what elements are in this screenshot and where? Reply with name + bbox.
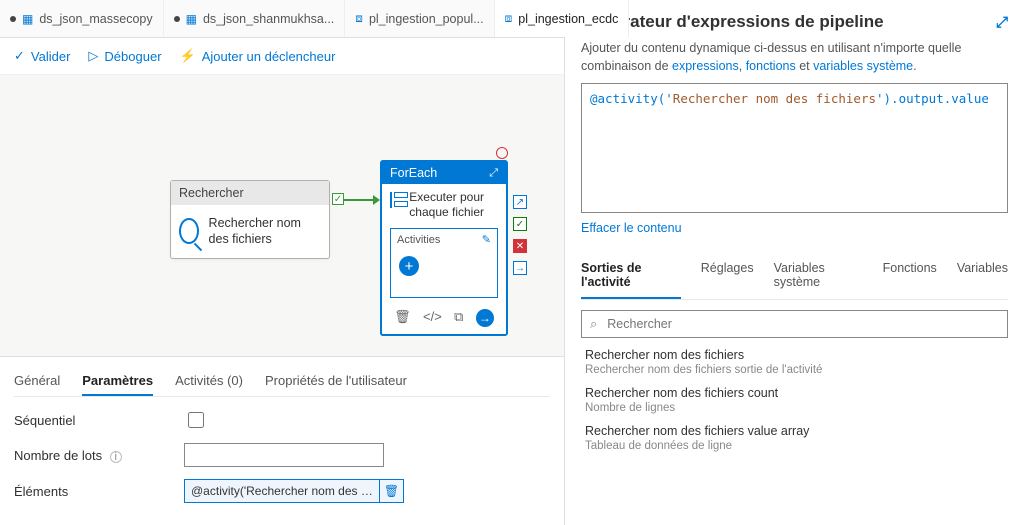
tab-system-variables[interactable]: Variables système [774,253,863,299]
outputs-list: Rechercher nom des fichiers Rechercher n… [581,338,1008,452]
help-text: Ajouter du contenu dynamique ci-dessus e… [581,40,1008,75]
tab-activities[interactable]: Activités (0) [175,367,243,396]
breakpoint-icon[interactable] [496,147,508,159]
properties-panel: Général Paramètres Activités (0) Proprié… [0,356,564,525]
failure-handle-icon[interactable]: ✕ [513,239,527,253]
success-handle-icon[interactable]: ✓ [332,193,344,205]
tab-functions[interactable]: Fonctions [883,253,937,299]
tab-pl-ingestion-ecdc[interactable]: ⧈ pl_ingestion_ecdc [495,0,630,37]
sysvars-link[interactable]: variables système [813,59,913,73]
list-item[interactable]: Rechercher nom des fichiers Rechercher n… [581,338,1008,376]
dataset-icon: ▦ [22,12,33,26]
tab-general[interactable]: Général [14,367,60,396]
activity-type-label: Rechercher [171,181,329,205]
iteration-icon [390,192,401,208]
expression-builder-panel: Générateur d'expressions de pipeline ⤢ A… [565,0,1024,525]
completion-handle-icon[interactable]: ↗ [513,195,527,209]
functions-link[interactable]: fonctions [746,59,796,73]
info-icon[interactable]: i [110,451,122,463]
lookup-activity[interactable]: Rechercher Rechercher nom des fichiers [170,180,330,259]
list-item-title: Rechercher nom des fichiers value array [585,424,1004,438]
tab-parameters[interactable]: Paramètres [82,367,153,396]
dataset-icon: ▦ [186,12,197,26]
clear-content-link[interactable]: Effacer le contenu [581,221,1008,235]
batch-input[interactable] [184,443,384,467]
tab-userprops[interactable]: Propriétés de l'utilisateur [265,367,407,396]
code-icon[interactable]: </> [423,309,442,327]
list-item[interactable]: Rechercher nom des fichiers count Nombre… [581,376,1008,414]
tab-label: ds_json_shanmukhsa... [203,12,334,26]
search-icon [179,218,199,244]
batch-label: Nombre de lots i [14,448,184,463]
success-handle-icon[interactable]: ✓ [513,217,527,231]
sequential-label: Séquentiel [14,413,184,428]
elements-expression-field[interactable]: @activity('Rechercher nom des fichie... … [184,479,404,503]
debug-button[interactable]: ▷ Déboguer [88,48,161,64]
validate-button[interactable]: ✓ Valider [14,48,70,64]
tab-variables[interactable]: Variables [957,253,1008,299]
tab-label: pl_ingestion_ecdc [518,12,618,26]
pipeline-icon: ⧈ [355,11,363,26]
maximize-icon[interactable]: ⤢ [996,14,1008,31]
debug-label: Déboguer [104,49,161,64]
activity-type-label: ForEach [390,166,437,180]
unsaved-dot-icon [174,16,180,22]
list-item-subtitle: Nombre de lignes [585,402,1004,414]
add-trigger-button[interactable]: ⚡ Ajouter un déclencheur [180,48,336,64]
list-item-title: Rechercher nom des fichiers count [585,386,1004,400]
search-input[interactable] [605,316,999,332]
success-connector: ✓ [332,199,380,201]
expressions-link[interactable]: expressions [672,59,739,73]
tab-ds-json-massecopy[interactable]: ▦ ds_json_massecopy [0,0,164,37]
check-icon: ✓ [14,48,25,64]
tab-ds-json-shanmukhsa[interactable]: ▦ ds_json_shanmukhsa... [164,0,346,37]
pipeline-canvas[interactable]: Rechercher Rechercher nom des fichiers ✓… [0,75,564,356]
editor-tabs: ▦ ds_json_massecopy ▦ ds_json_shanmukhsa… [0,0,564,38]
trigger-label: Ajouter un déclencheur [202,49,336,64]
elements-value-text: @activity('Rechercher nom des fichie... [185,484,379,498]
activity-name-label: Executer pour chaque fichier [409,190,498,220]
tab-settings[interactable]: Réglages [701,253,754,299]
elements-label: Éléments [14,484,184,499]
play-icon: ▷ [88,48,98,64]
tab-pl-ingestion-popul[interactable]: ⧈ pl_ingestion_popul... [345,0,494,37]
sequential-checkbox[interactable] [188,412,204,428]
search-icon: ⌕ [590,316,597,332]
tab-activity-outputs[interactable]: Sorties de l'activité [581,253,681,299]
go-icon[interactable]: → [476,309,494,327]
delete-expression-icon[interactable]: 🗑 [379,480,403,502]
delete-icon[interactable]: 🗑 [394,309,411,327]
activity-name-label: Rechercher nom des fichiers [209,215,321,248]
inner-activities-container[interactable]: Activities ✎ + [390,228,498,298]
copy-icon[interactable]: ⧉ [454,309,463,327]
list-item-subtitle: Rechercher nom des fichiers sortie de l'… [585,364,1004,376]
tab-label: ds_json_massecopy [39,12,152,26]
unsaved-dot-icon [10,16,16,22]
list-item-title: Rechercher nom des fichiers [585,348,1004,362]
pipeline-toolbar: ✓ Valider ▷ Déboguer ⚡ Ajouter un déclen… [0,38,564,75]
add-activity-button[interactable]: + [399,256,419,276]
search-box[interactable]: ⌕ [581,310,1008,338]
expression-textarea[interactable]: @activity('Rechercher nom des fichiers')… [581,83,1008,213]
expand-icon[interactable]: ⤢ [489,167,498,180]
inner-activities-label: Activities [397,234,440,246]
validate-label: Valider [31,49,71,64]
tab-label: pl_ingestion_popul... [369,12,484,26]
dependency-handles: ↗ ✓ ✕ → [513,195,527,275]
pipeline-icon: ⧈ [505,11,513,26]
foreach-activity[interactable]: ForEach ⤢ Executer pour chaque fichier A… [380,160,508,336]
lightning-icon: ⚡ [180,48,196,64]
skip-handle-icon[interactable]: → [513,261,527,275]
edit-icon[interactable]: ✎ [482,233,491,246]
list-item[interactable]: Rechercher nom des fichiers value array … [581,414,1008,452]
list-item-subtitle: Tableau de données de ligne [585,440,1004,452]
